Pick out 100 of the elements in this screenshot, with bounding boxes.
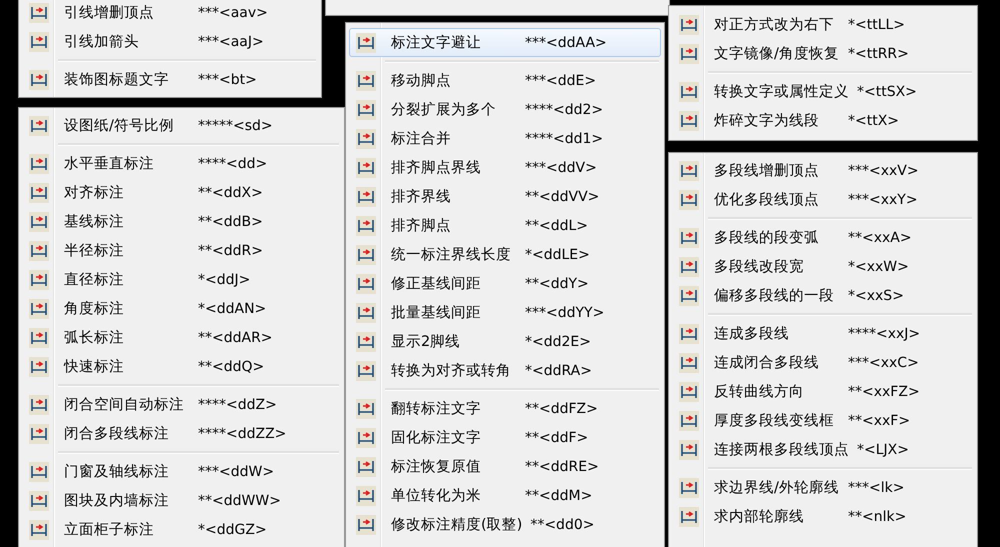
menu-item[interactable]: 优化多段线顶点 ***<xxY> [672, 185, 974, 214]
menu-item[interactable]: 反转曲线方向 **<xxFZ> [672, 377, 974, 406]
dimension-tool-icon [356, 274, 376, 294]
dimension-tool-icon [29, 424, 49, 444]
dimension-tool-icon [29, 70, 49, 90]
menu-item[interactable]: 偏移多段线的一段 *<xxS> [672, 281, 974, 310]
menu-item[interactable]: 引线加箭头 ***<aaJ> [22, 27, 318, 56]
dimension-tool-icon [29, 490, 49, 510]
menu-item[interactable]: 多段线的段变弧 **<xxA> [672, 223, 974, 252]
dimension-tool-icon [679, 410, 699, 430]
menu-item[interactable]: 基线标注 **<ddB> [22, 207, 341, 236]
menu-item[interactable]: 对正方式改为右下 *<ttLL> [672, 10, 974, 39]
menu-item[interactable]: 标注恢复原值 **<ddRE> [349, 452, 661, 481]
dimension-tool-icon [356, 158, 376, 178]
dimension-tool-icon [29, 212, 49, 232]
menu-item[interactable]: 弧长标注 **<ddAR> [22, 323, 341, 352]
dimension-tool-icon [29, 240, 49, 260]
menu-item[interactable]: 炸碎文字为线段 *<ttX> [672, 106, 974, 135]
menu-item[interactable]: 对齐标注 **<ddX> [22, 178, 341, 207]
dimension-tool-icon [356, 186, 376, 206]
dimension-tool-icon [29, 2, 49, 22]
dimension-tool-icon [679, 478, 699, 498]
dimension-tool-icon [29, 298, 49, 318]
menu-item[interactable]: 门窗及轴线标注 ***<ddW> [22, 457, 341, 486]
menu-item[interactable]: 排齐界线 **<ddVV> [349, 182, 661, 211]
menu-item[interactable]: 显示2脚线 *<dd2E> [349, 327, 661, 356]
dimension-tool-icon [679, 440, 699, 460]
dimension-tool-icon [356, 332, 376, 352]
dimension-tool-icon [356, 514, 376, 534]
dimension-tool-icon [679, 352, 699, 372]
dimension-tool-icon [679, 324, 699, 344]
menu-item[interactable]: 装饰图标题文字 ***<bt> [22, 65, 318, 94]
dimension-tool-icon [29, 182, 49, 202]
menu-item[interactable]: 排齐脚点 **<ddL> [349, 211, 661, 240]
dimension-tool-icon [356, 456, 376, 476]
dimension-tool-icon [356, 216, 376, 236]
menu-item[interactable]: 分裂扩展为多个 ****<dd2> [349, 95, 661, 124]
menu-item[interactable]: 文字镜像/角度恢复 *<ttRR> [672, 39, 974, 68]
dimension-tool-icon [679, 160, 699, 180]
dimension-tool-icon [356, 360, 376, 380]
menu-item[interactable]: 半径标注 **<ddR> [22, 236, 341, 265]
menu-item[interactable]: 厚度多段线变线框 **<xxF> [672, 406, 974, 435]
menu-item[interactable]: 多段线增删顶点 ***<xxV> [672, 156, 974, 185]
menu-item[interactable]: 水平垂直标注 ****<dd> [22, 149, 341, 178]
menu-item[interactable]: 排齐脚点界线 ***<ddV> [349, 153, 661, 182]
dimension-tool-icon [356, 486, 376, 506]
menu-item[interactable]: 标注合并 ****<dd1> [349, 124, 661, 153]
menu-item[interactable]: 批量基线间距 ***<ddYY> [349, 298, 661, 327]
dimension-tool-icon [679, 44, 699, 64]
dimension-tool-icon [356, 428, 376, 448]
menu-item[interactable]: 连成闭合多段线 ***<xxC> [672, 348, 974, 377]
dimension-tool-icon [29, 116, 49, 136]
dimension-tool-icon [29, 154, 49, 174]
menu-item[interactable]: 角度标注 *<ddAN> [22, 294, 341, 323]
dimension-tool-icon [679, 506, 699, 526]
menu-item[interactable]: 设图纸/符号比例 *****<sd> [22, 111, 341, 140]
menu-item[interactable]: 转换文字或属性定义 *<ttSX> [672, 77, 974, 106]
dimension-tool-icon [356, 244, 376, 264]
dimension-tool-icon [679, 14, 699, 34]
dimension-tool-icon [29, 520, 49, 540]
menu-item[interactable]: 多段线改段宽 *<xxW> [672, 252, 974, 281]
menu-item[interactable]: 闭合多段线标注 ****<ddZZ> [22, 419, 341, 448]
dimension-tool-icon [356, 70, 376, 90]
dimension-tool-icon [679, 190, 699, 210]
dimension-tool-icon [679, 256, 699, 276]
dimension-tool-icon [29, 394, 49, 414]
dimension-tool-icon [356, 100, 376, 120]
dimension-tool-icon [356, 398, 376, 418]
menu-item[interactable]: 标注文字避让 ***<ddAA> [349, 28, 661, 57]
dimension-tool-icon [679, 110, 699, 130]
menu-item[interactable]: 求内部轮廓线 **<nlk> [672, 502, 974, 531]
menu-item[interactable]: 立面柜子标注 *<ddGZ> [22, 515, 341, 544]
menu-item[interactable]: 求边界线/外轮廓线 ***<lk> [672, 473, 974, 502]
menu-item[interactable]: 快速标注 **<ddQ> [22, 352, 341, 381]
dimension-tool-icon [356, 128, 376, 148]
dimension-tool-icon [29, 270, 49, 290]
dimension-tool-icon [356, 302, 376, 322]
dimension-tool-icon [679, 82, 699, 102]
dimension-tool-icon [679, 382, 699, 402]
dimension-tool-icon [29, 32, 49, 52]
menu-item[interactable]: 图块及内墙标注 **<ddWW> [22, 486, 341, 515]
dimension-tool-icon [679, 286, 699, 306]
dimension-tool-icon [29, 462, 49, 482]
menu-item[interactable]: 修正基线间距 **<ddY> [349, 269, 661, 298]
menu-item[interactable]: 统一标注界线长度 *<ddLE> [349, 240, 661, 269]
dimension-tool-icon [29, 356, 49, 376]
menu-item[interactable]: 直径标注 *<ddJ> [22, 265, 341, 294]
menu-item[interactable]: 连接两根多段线顶点 *<LJX> [672, 435, 974, 464]
menu-item[interactable]: 单位转化为米 **<ddM> [349, 481, 661, 510]
dimension-tool-icon [29, 328, 49, 348]
menu-item[interactable]: 移动脚点 ***<ddE> [349, 66, 661, 95]
menu-item[interactable]: 修改标注精度(取整) **<dd0> [349, 510, 661, 539]
menu-item[interactable]: 引线增删顶点 ***<aav> [22, 0, 318, 27]
menu-item[interactable]: 转换为对齐或转角 *<ddRA> [349, 356, 661, 385]
dimension-tool-icon [679, 228, 699, 248]
menu-item[interactable]: 翻转标注文字 **<ddFZ> [349, 394, 661, 423]
menu-item[interactable]: 连成多段线 ****<xxJ> [672, 319, 974, 348]
menu-item[interactable]: 固化标注文字 **<ddF> [349, 423, 661, 452]
menu-item[interactable]: 闭合空间自动标注 ****<ddZ> [22, 390, 341, 419]
dimension-tool-icon [356, 32, 376, 52]
